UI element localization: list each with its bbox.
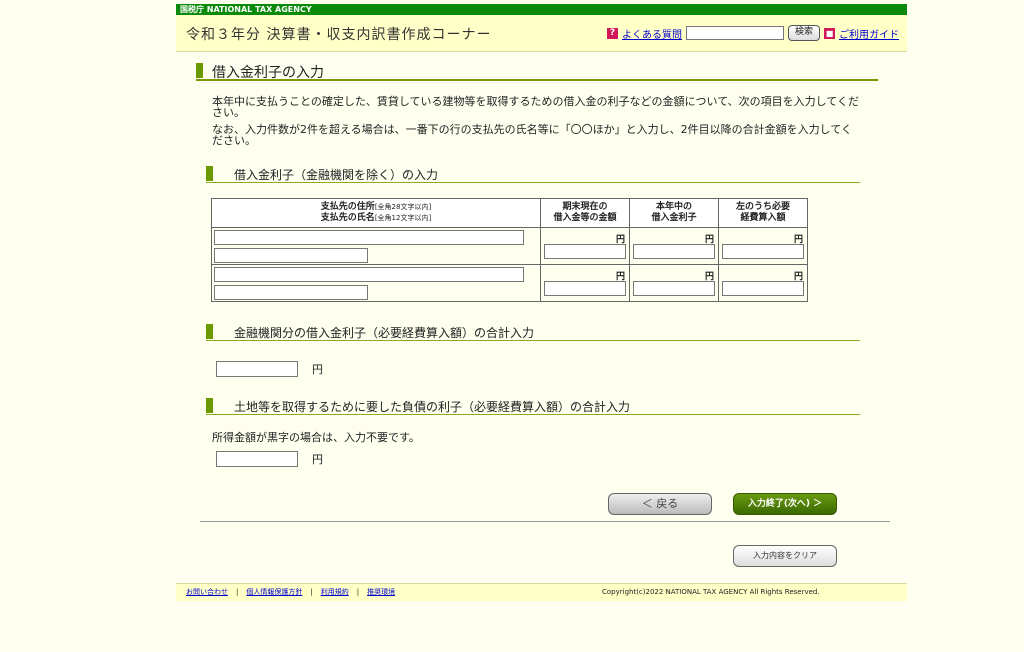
divider — [200, 521, 890, 522]
section1-heading: 借入金利子（金融機関を除く）の入力 — [206, 166, 860, 183]
expense-header: 左のうち必要 経費算入額 — [718, 198, 808, 228]
faq-link[interactable]: よくある質問 — [622, 26, 682, 41]
expense-input-1[interactable] — [722, 244, 804, 259]
interest-header: 本年中の 借入金利子 — [629, 198, 719, 228]
guide-link[interactable]: ご利用ガイド — [839, 26, 899, 41]
intro-text: 本年中に支払うことの確定した、賃貸している建物等を取得するための借入金の利子など… — [212, 95, 860, 119]
guide-icon: ■ — [824, 27, 835, 39]
footer-link-privacy[interactable]: 個人情報保護方針 — [246, 584, 302, 601]
footer: お問い合わせ | 個人情報保護方針 | 利用規約 | 推奨環境 Copyright(c… — [176, 583, 907, 601]
yen-unit: 円 — [312, 363, 323, 376]
section3-note: 所得金額が黒字の場合は、入力不要です。 — [212, 431, 420, 444]
address-name-header: 支払先の住所[全角28文字以内] 支払先の氏名[全角12文字以内] — [211, 198, 541, 228]
yen-unit: 円 — [312, 453, 323, 466]
app-title: 令和３年分 決算書・収支内訳書作成コーナー — [186, 27, 492, 43]
page-frame: 国税庁 NATIONAL TAX AGENCY 令和３年分 決算書・収支内訳書作… — [176, 4, 907, 52]
header-tools: ? よくある質問 検索 ■ ご利用ガイド — [606, 25, 899, 41]
page-title: 借入金利子の入力 — [196, 62, 878, 81]
bank-interest-input[interactable] — [216, 361, 298, 377]
table-row: 円 円 円 — [211, 227, 808, 265]
balance-header: 期末現在の 借入金等の金額 — [540, 198, 630, 228]
interest-input-2[interactable] — [633, 281, 715, 296]
title-bar: 令和３年分 決算書・収支内訳書作成コーナー ? よくある質問 検索 ■ ご利用ガ… — [176, 15, 907, 52]
name-input-2[interactable] — [214, 285, 368, 300]
land-interest-row: 円 — [216, 451, 323, 467]
land-interest-input[interactable] — [216, 451, 298, 467]
back-button[interactable]: ＜ 戻る — [608, 493, 712, 515]
expense-input-2[interactable] — [722, 281, 804, 296]
loan-interest-table: 支払先の住所[全角28文字以内] 支払先の氏名[全角12文字以内] 期末現在の借… — [211, 198, 808, 302]
search-input[interactable] — [685, 26, 784, 40]
address-input-1[interactable] — [214, 230, 524, 245]
search-button[interactable]: 検索 — [787, 25, 820, 41]
table-row: 円 円 円 — [211, 264, 808, 302]
section2-heading: 金融機関分の借入金利子（必要経費算入額）の合計入力 — [206, 324, 860, 341]
address-input-2[interactable] — [214, 267, 524, 282]
bank-interest-row: 円 — [216, 361, 323, 377]
next-button[interactable]: 入力終了(次へ) ＞ — [733, 493, 837, 515]
balance-input-2[interactable] — [544, 281, 626, 296]
copyright: Copyright(c)2022 NATIONAL TAX AGENCY All… — [602, 588, 820, 596]
balance-input-1[interactable] — [544, 244, 626, 259]
footer-link-environment[interactable]: 推奨環境 — [367, 584, 395, 601]
footer-link-terms[interactable]: 利用規約 — [321, 584, 349, 601]
clear-button[interactable]: 入力内容をクリア — [733, 545, 837, 567]
agency-bar: 国税庁 NATIONAL TAX AGENCY — [176, 4, 907, 15]
name-input-1[interactable] — [214, 248, 368, 263]
footer-link-contact[interactable]: お問い合わせ — [186, 584, 228, 601]
interest-input-1[interactable] — [633, 244, 715, 259]
footer-links: お問い合わせ | 個人情報保護方針 | 利用規約 | 推奨環境 — [186, 584, 395, 601]
section3-heading: 土地等を取得するために要した負債の利子（必要経費算入額）の合計入力 — [206, 398, 860, 415]
note-text: なお、入力件数が2件を超える場合は、一番下の行の支払先の氏名等に「〇〇ほか」と入… — [212, 123, 853, 147]
question-icon: ? — [606, 27, 618, 39]
